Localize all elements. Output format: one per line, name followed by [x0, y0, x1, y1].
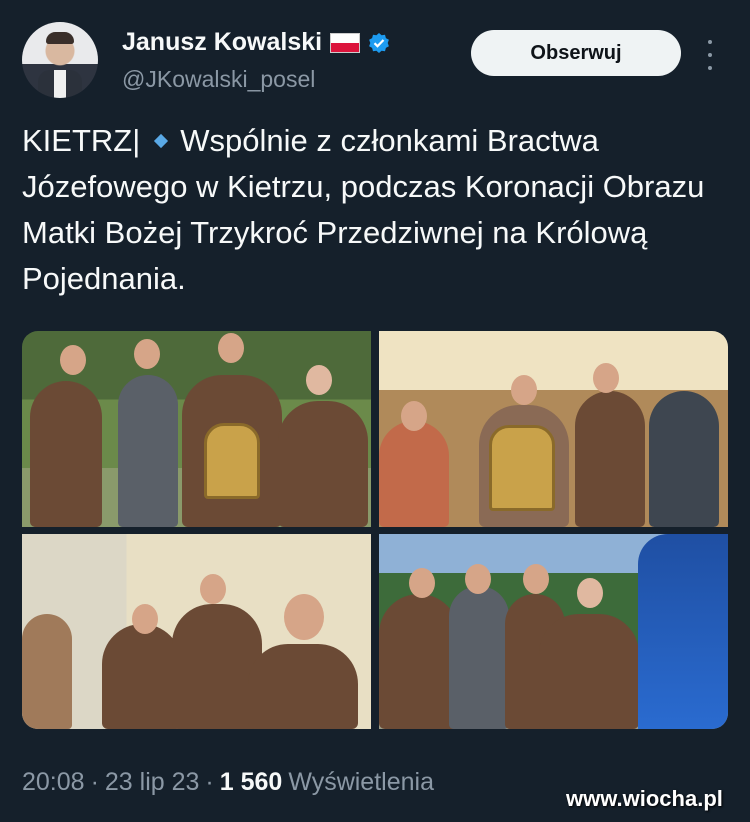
- photo-church-pews[interactable]: [22, 534, 371, 729]
- photo-church-icon-holder[interactable]: [379, 331, 728, 527]
- separator-dot: ·: [90, 768, 99, 796]
- tweet-header: Janusz Kowalski @JKowalski_posel Obserwu…: [22, 22, 728, 98]
- author-handle[interactable]: @JKowalski_posel: [122, 66, 315, 93]
- tweet-date[interactable]: 23 lip 23: [105, 768, 200, 797]
- verified-badge-icon: [369, 32, 389, 53]
- poland-flag-icon: [330, 32, 361, 53]
- tweet-prefix: KIETRZ|: [22, 123, 141, 158]
- small-blue-diamond-icon: [154, 133, 169, 148]
- more-vertical-icon[interactable]: [704, 40, 716, 70]
- tweet-time[interactable]: 20:08: [22, 768, 85, 797]
- author-name-line[interactable]: Janusz Kowalski: [122, 28, 390, 57]
- photo-grid: [22, 331, 728, 729]
- views-label: Wyświetlenia: [288, 768, 434, 796]
- photo-outdoor-banner[interactable]: [379, 534, 728, 729]
- avatar[interactable]: [22, 22, 98, 98]
- tweet-text: KIETRZ| Wspólnie z członkami Bractwa Józe…: [22, 118, 732, 302]
- watermark: www.wiocha.pl: [566, 786, 723, 811]
- follow-button[interactable]: Obserwuj: [471, 30, 681, 76]
- tweet-meta: 20:08 · 23 lip 23 · 1 560 Wyświetlenia: [22, 768, 434, 797]
- author-name[interactable]: Janusz Kowalski: [122, 28, 322, 57]
- photo-brotherhood-group-outdoor[interactable]: [22, 331, 371, 527]
- views-count: 1 560: [219, 768, 283, 796]
- religious-banner: [638, 534, 728, 729]
- separator-dot: ·: [205, 768, 214, 796]
